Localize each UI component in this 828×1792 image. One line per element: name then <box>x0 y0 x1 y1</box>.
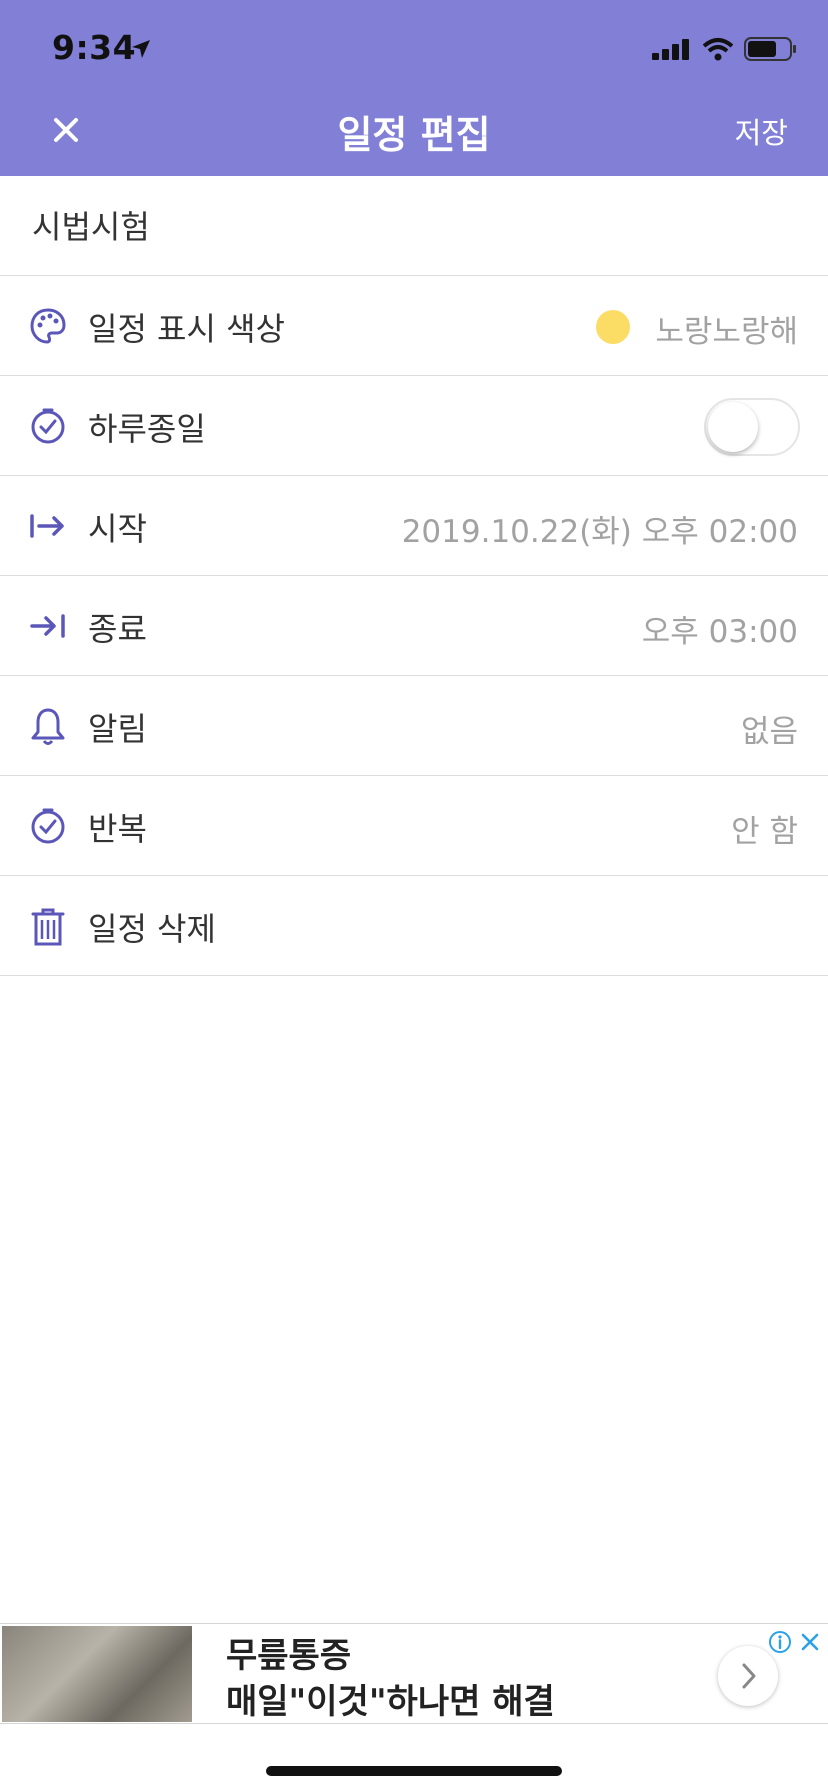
start-label: 시작 <box>88 510 147 548</box>
clock-icon <box>31 808 65 844</box>
repeat-label: 반복 <box>88 810 147 848</box>
location-arrow-icon <box>132 40 150 58</box>
bell-icon <box>31 708 65 745</box>
all-day-label: 하루종일 <box>88 410 206 448</box>
wifi-icon <box>702 38 734 61</box>
end-label: 종료 <box>88 610 147 648</box>
ad-open-button[interactable] <box>718 1646 778 1706</box>
repeat-value[interactable]: 안 함 <box>731 806 798 851</box>
event-title-text[interactable]: 시법시험 <box>32 202 150 248</box>
color-row[interactable]: 일정 표시 색상 노랑노랑해 <box>0 276 828 376</box>
ad-image <box>2 1626 192 1722</box>
color-swatch <box>596 310 630 344</box>
ad-info-icon[interactable] <box>768 1630 792 1654</box>
color-label: 일정 표시 색상 <box>88 310 285 348</box>
palette-icon <box>30 308 66 344</box>
end-row[interactable]: 종료 오후 03:00 <box>0 576 828 676</box>
repeat-row[interactable]: 반복 안 함 <box>0 776 828 876</box>
save-button[interactable]: 저장 <box>735 110 788 152</box>
ad-headline: 무릎통증 <box>226 1636 352 1676</box>
alarm-label: 알림 <box>88 710 147 748</box>
arrow-to-bar-icon <box>30 614 65 638</box>
clock-icon <box>31 408 65 444</box>
all-day-toggle[interactable] <box>704 398 800 456</box>
ad-subline: 매일"이것"하나면 해결 <box>226 1682 555 1722</box>
home-indicator <box>266 1766 562 1776</box>
arrow-right-bar-icon <box>30 514 64 538</box>
battery-icon <box>744 37 796 61</box>
status-icons <box>652 36 798 62</box>
trash-icon <box>31 908 65 946</box>
end-value[interactable]: 오후 03:00 <box>642 606 798 651</box>
delete-label: 일정 삭제 <box>88 910 216 948</box>
delete-row[interactable]: 일정 삭제 <box>0 876 828 976</box>
page-title: 일정 편집 <box>337 113 491 157</box>
start-row[interactable]: 시작 2019.10.22(화) 오후 02:00 <box>0 476 828 576</box>
event-title-field[interactable]: 시법시험 <box>0 176 828 276</box>
ad-close-icon[interactable] <box>798 1630 822 1654</box>
toggle-knob <box>708 402 758 452</box>
status-time: 9:34 <box>52 28 137 67</box>
alarm-value[interactable]: 없음 <box>741 706 798 751</box>
color-value: 노랑노랑해 <box>655 314 798 350</box>
signal-icon <box>652 39 689 60</box>
all-day-row: 하루종일 <box>0 376 828 476</box>
ad-banner[interactable]: 무릎통증 매일"이것"하나면 해결 <box>0 1623 828 1724</box>
header-bar: 9:34 일정 편집 저장 <box>0 0 828 176</box>
start-value[interactable]: 2019.10.22(화) 오후 02:00 <box>402 506 798 551</box>
alarm-row[interactable]: 알림 없음 <box>0 676 828 776</box>
chevron-right-icon <box>742 1663 756 1689</box>
